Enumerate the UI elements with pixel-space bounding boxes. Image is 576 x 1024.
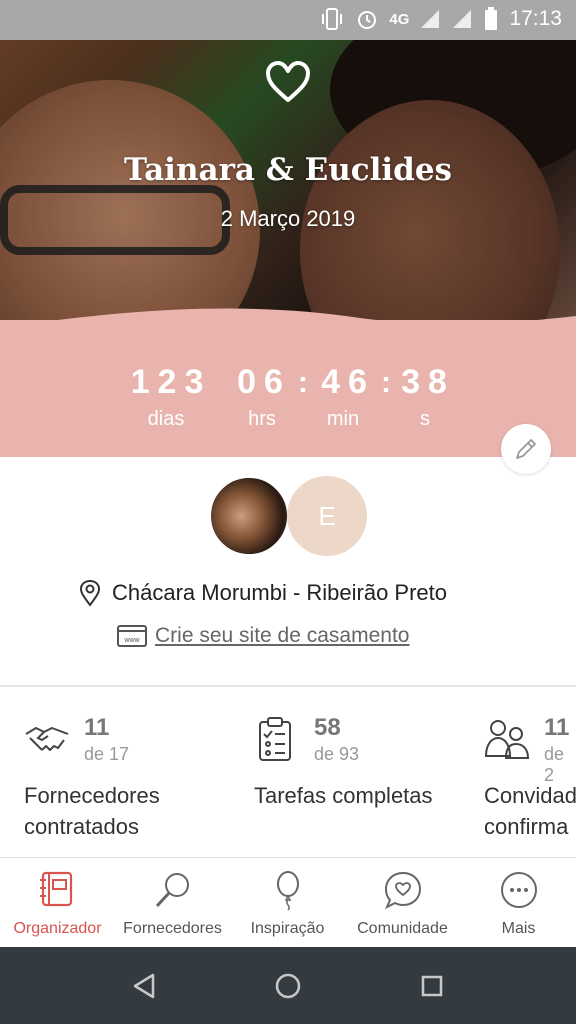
balloon-icon [277, 871, 299, 911]
wedding-date: 2 Março 2019 [220, 206, 356, 231]
nav-label: Mais [501, 920, 536, 937]
network-type: 4G [389, 10, 410, 28]
stat-value: 11 [84, 714, 110, 741]
countdown-separator: : [298, 366, 308, 399]
stat-convidados[interactable]: 11 de 2 Convidados confirma [484, 710, 576, 850]
signal-icon [421, 10, 440, 28]
recents-icon[interactable] [420, 974, 444, 998]
magnifier-icon [155, 873, 189, 908]
countdown-seconds-label: s [420, 408, 430, 430]
clock: 17:13 [509, 7, 562, 30]
pencil-icon [516, 439, 536, 459]
nav-label: Inspiração [250, 920, 325, 937]
stat-label: Fornecedores contratados [24, 783, 160, 839]
countdown-seconds: 38 [401, 363, 455, 401]
heart-icon [266, 61, 310, 102]
status-bar: 4G 17:13 [0, 0, 576, 40]
home-icon[interactable] [274, 972, 302, 1000]
countdown-hours: 06 [237, 363, 291, 401]
notebook-icon [40, 871, 73, 907]
nav-label: Fornecedores [123, 920, 222, 937]
svg-text:www: www [123, 637, 140, 644]
countdown-minutes-label: min [326, 408, 360, 430]
website-link-text[interactable]: Crie seu site de casamento [155, 624, 409, 648]
stat-label: Convidados confirma [484, 783, 576, 839]
chat-heart-icon [384, 871, 422, 910]
alarm-icon [358, 11, 377, 29]
band-wave [0, 308, 576, 340]
hero-photo: Tainara & Euclides 2 Março 2019 [0, 40, 576, 340]
nav-inspiracao[interactable]: Inspiração [230, 858, 345, 948]
bottom-nav: Organizador Fornecedores Inspiração Comu… [0, 857, 576, 947]
stat-value: 58 [314, 714, 341, 741]
nav-comunidade[interactable]: Comunidade [345, 858, 460, 948]
couple-names: Tainara & Euclides [123, 152, 453, 188]
stat-total: de 17 [84, 744, 130, 764]
nav-organizador[interactable]: Organizador [0, 858, 115, 948]
battery-icon [485, 7, 498, 30]
website-icon: www [117, 625, 147, 647]
location-pin-icon [79, 579, 101, 607]
countdown-hours-label: hrs [248, 408, 276, 430]
stat-fornecedores[interactable]: 11 de 17 Fornecedores contratados [24, 710, 254, 850]
nav-fornecedores[interactable]: Fornecedores [115, 858, 230, 948]
guests-icon [484, 720, 530, 759]
stat-label: Tarefas completas [254, 783, 433, 808]
countdown-minutes: 46 [321, 363, 375, 401]
location: Chácara Morumbi - Ribeirão Preto [78, 576, 447, 610]
divider [0, 685, 576, 687]
countdown-separator: : [381, 366, 391, 399]
countdown-days-label: dias [147, 408, 185, 430]
stat-tarefas[interactable]: 58 de 93 Tarefas completas [254, 710, 484, 850]
stat-value: 11 [544, 714, 570, 741]
location-text: Chácara Morumbi - Ribeirão Preto [112, 580, 448, 605]
signal-icon-2 [453, 10, 472, 28]
vibrate-icon [322, 8, 343, 30]
status-icons: 4G 17:13 [319, 6, 562, 32]
more-dots-icon [501, 872, 537, 908]
nav-label: Comunidade [357, 920, 448, 937]
avatar-partner[interactable]: E [287, 476, 367, 556]
system-nav-bar [0, 947, 576, 1024]
nav-label: Organizador [13, 920, 102, 937]
handshake-icon [25, 727, 69, 751]
edit-button[interactable] [501, 424, 551, 474]
stat-total: de 93 [314, 744, 360, 764]
avatar-couple-photo[interactable] [209, 476, 289, 556]
website-link[interactable]: www Crie seu site de casamento [117, 620, 409, 652]
nav-mais[interactable]: Mais [461, 858, 576, 948]
checklist-icon [259, 717, 291, 761]
countdown-days: 123 [130, 363, 212, 401]
back-icon[interactable] [131, 972, 157, 1000]
